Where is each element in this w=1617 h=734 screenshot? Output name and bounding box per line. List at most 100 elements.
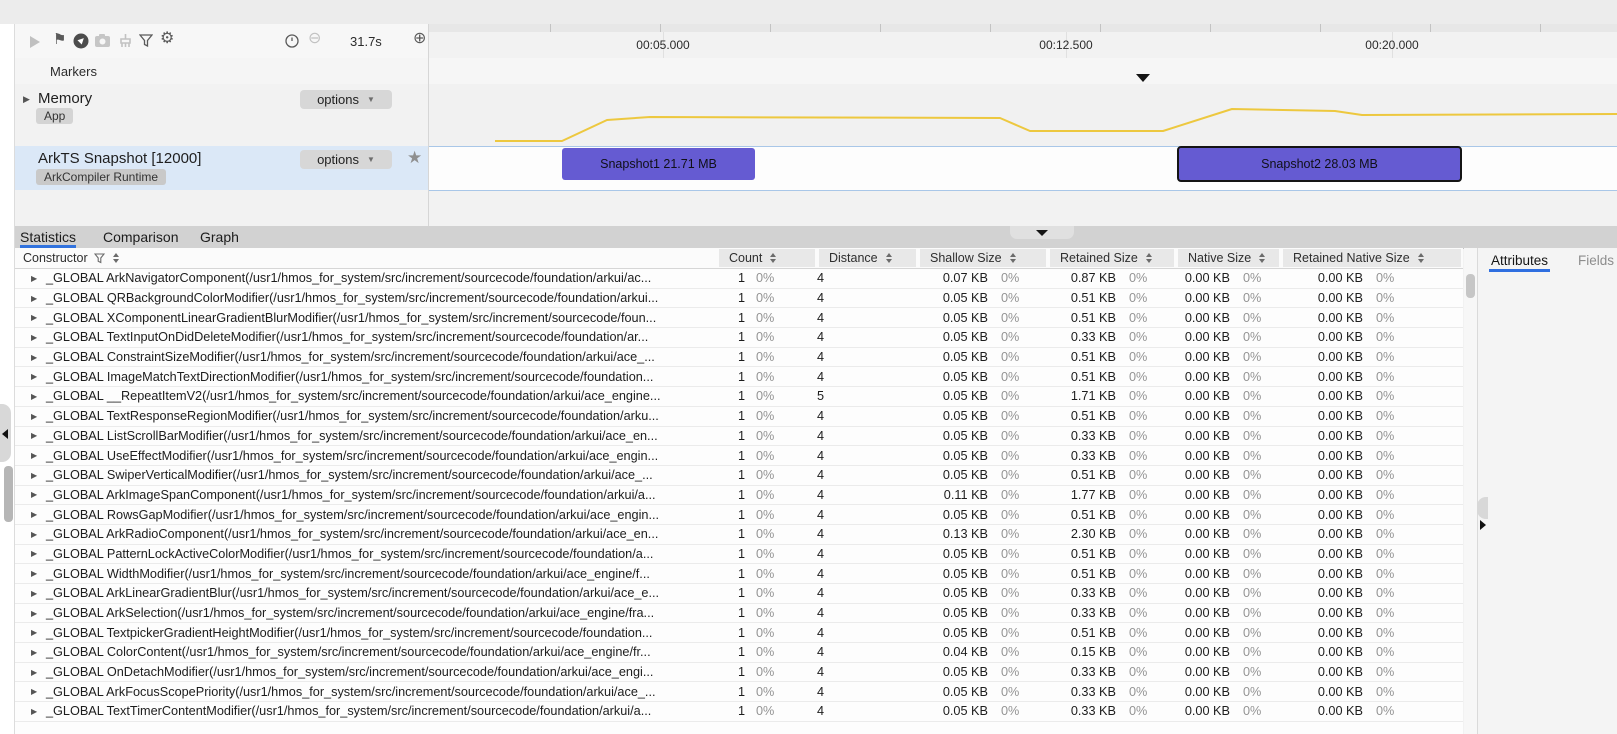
constructor-cell[interactable]: ▶ _GLOBAL ArkRadioComponent(/usr1/hmos_f… [15,527,717,541]
column-header-native-size[interactable]: Native Size [1176,248,1281,268]
table-row[interactable]: ▶ _GLOBAL QRBackgroundColorModifier(/usr… [15,289,1463,309]
snapshot-track[interactable]: Snapshot1 21.71 MB Snapshot2 28.03 MB [429,146,1617,184]
timeline-markers-strip[interactable] [429,58,1617,85]
expand-arrow-icon[interactable]: ▶ [31,412,46,421]
memory-expander-icon[interactable]: ▶ [23,94,30,105]
tab-comparison[interactable]: Comparison [103,229,178,245]
zoom-out-icon[interactable]: ⊖ [308,31,321,47]
expand-arrow-icon[interactable]: ▶ [31,510,46,519]
table-row[interactable]: ▶ _GLOBAL ListScrollBarModifier(/usr1/hm… [15,427,1463,447]
constructor-cell[interactable]: ▶ _GLOBAL ConstraintSizeModifier(/usr1/h… [15,350,717,364]
constructor-cell[interactable]: ▶ _GLOBAL SwiperVerticalModifier(/usr1/h… [15,468,717,482]
table-row[interactable]: ▶ _GLOBAL WidthModifier(/usr1/hmos_for_s… [15,564,1463,584]
constructor-cell[interactable]: ▶ _GLOBAL ImageMatchTextDirectionModifie… [15,370,717,384]
expand-arrow-icon[interactable]: ▶ [31,274,46,283]
table-row[interactable]: ▶ _GLOBAL TextpickerGradientHeightModifi… [15,623,1463,643]
expand-arrow-icon[interactable]: ▶ [31,353,46,362]
expand-arrow-icon[interactable]: ▶ [31,471,46,480]
table-row[interactable]: ▶ _GLOBAL ImageMatchTextDirectionModifie… [15,367,1463,387]
table-row[interactable]: ▶ _GLOBAL ArkNavigatorComponent(/usr1/hm… [15,269,1463,289]
right-splitter-handle[interactable] [1477,497,1488,519]
expand-arrow-icon[interactable]: ▶ [31,313,46,322]
expand-arrow-icon[interactable]: ▶ [31,431,46,440]
table-row[interactable]: ▶ _GLOBAL OnDetachModifier(/usr1/hmos_fo… [15,663,1463,683]
table-row[interactable]: ▶ _GLOBAL TextResponseRegionModifier(/us… [15,407,1463,427]
snapshot1-bar[interactable]: Snapshot1 21.71 MB [562,148,755,180]
constructor-cell[interactable]: ▶ _GLOBAL ArkImageSpanComponent(/usr1/hm… [15,488,717,502]
tab-graph[interactable]: Graph [200,229,239,245]
constructor-cell[interactable]: ▶ _GLOBAL WidthModifier(/usr1/hmos_for_s… [15,567,717,581]
timeline-marker-icon[interactable] [1136,74,1150,82]
table-row[interactable]: ▶ _GLOBAL ArkImageSpanComponent(/usr1/hm… [15,486,1463,506]
record-icon[interactable] [73,33,89,49]
memory-options-button[interactable]: options ▼ [300,90,392,109]
table-row[interactable]: ▶ _GLOBAL ArkRadioComponent(/usr1/hmos_f… [15,525,1463,545]
sort-icon[interactable] [1010,252,1016,264]
left-scrollbar-thumb[interactable] [4,466,13,522]
left-splitter-handle[interactable] [0,404,11,462]
column-header-distance[interactable]: Distance [817,248,918,268]
expand-arrow-icon[interactable]: ▶ [31,707,46,716]
table-row[interactable]: ▶ _GLOBAL UseEffectModifier(/usr1/hmos_f… [15,446,1463,466]
constructor-cell[interactable]: ▶ _GLOBAL RowsGapModifier(/usr1/hmos_for… [15,508,717,522]
sort-icon[interactable] [113,252,119,264]
filter-icon[interactable] [139,34,153,47]
column-header-constructor[interactable]: Constructor [15,248,717,268]
arkts-snapshot-track-row[interactable]: ArkTS Snapshot [12000] ArkCompiler Runti… [15,146,428,190]
sort-icon[interactable] [1418,252,1424,264]
expand-arrow-icon[interactable]: ▶ [31,392,46,401]
tab-fields[interactable]: Fields [1578,253,1614,268]
memory-track-row[interactable]: ▶ Memory App options ▼ [15,84,428,146]
tab-statistics[interactable]: Statistics [20,229,76,245]
expand-arrow-icon[interactable]: ▶ [31,628,46,637]
constructor-cell[interactable]: ▶ _GLOBAL UseEffectModifier(/usr1/hmos_f… [15,449,717,463]
table-vertical-scrollbar[interactable] [1464,248,1477,734]
table-row[interactable]: ▶ _GLOBAL RowsGapModifier(/usr1/hmos_for… [15,505,1463,525]
expand-arrow-icon[interactable]: ▶ [31,451,46,460]
table-row[interactable]: ▶ _GLOBAL TextInputOnDidDeleteModifier(/… [15,328,1463,348]
sort-icon[interactable] [1146,252,1152,264]
settings-gear-icon[interactable]: ⚙ [160,31,174,47]
scrollbar-thumb[interactable] [1466,274,1475,298]
constructor-cell[interactable]: ▶ _GLOBAL __RepeatItemV2(/usr1/hmos_for_… [15,389,717,403]
screenshot-icon[interactable] [95,34,112,47]
constructor-cell[interactable]: ▶ _GLOBAL PatternLockActiveColorModifier… [15,547,717,561]
table-row[interactable]: ▶ _GLOBAL ConstraintSizeModifier(/usr1/h… [15,348,1463,368]
table-row[interactable]: ▶ _GLOBAL XComponentLinearGradientBlurMo… [15,308,1463,328]
constructor-cell[interactable]: ▶ _GLOBAL ArkLinearGradientBlur(/usr1/hm… [15,586,717,600]
constructor-cell[interactable]: ▶ _GLOBAL TextInputOnDidDeleteModifier(/… [15,330,717,344]
column-header-shallow-size[interactable]: Shallow Size [918,248,1048,268]
column-header-count[interactable]: Count [717,248,817,268]
expand-arrow-icon[interactable]: ▶ [31,549,46,558]
constructor-cell[interactable]: ▶ _GLOBAL ColorContent(/usr1/hmos_for_sy… [15,645,717,659]
constructor-cell[interactable]: ▶ _GLOBAL QRBackgroundColorModifier(/usr… [15,291,717,305]
expand-right-icon[interactable] [1480,520,1486,530]
expand-arrow-icon[interactable]: ▶ [31,294,46,303]
table-row[interactable]: ▶ _GLOBAL ArkSelection(/usr1/hmos_for_sy… [15,604,1463,624]
table-row[interactable]: ▶ _GLOBAL PatternLockActiveColorModifier… [15,545,1463,565]
filter-funnel-icon[interactable] [94,253,105,264]
table-row[interactable]: ▶ _GLOBAL ColorContent(/usr1/hmos_for_sy… [15,643,1463,663]
expand-arrow-icon[interactable]: ▶ [31,609,46,618]
constructor-cell[interactable]: ▶ _GLOBAL ArkSelection(/usr1/hmos_for_sy… [15,606,717,620]
table-row[interactable]: ▶ _GLOBAL ArkFocusScopePriority(/usr1/hm… [15,682,1463,702]
expand-arrow-icon[interactable]: ▶ [31,372,46,381]
column-header-retained-size[interactable]: Retained Size [1048,248,1176,268]
sort-icon[interactable] [770,252,776,264]
expand-arrow-icon[interactable]: ▶ [31,333,46,342]
play-icon[interactable] [30,36,40,48]
table-row[interactable]: ▶ _GLOBAL ArkLinearGradientBlur(/usr1/hm… [15,584,1463,604]
constructor-cell[interactable]: ▶ _GLOBAL OnDetachModifier(/usr1/hmos_fo… [15,665,717,679]
constructor-cell[interactable]: ▶ _GLOBAL TextTimerContentModifier(/usr1… [15,704,717,718]
memory-usage-chart[interactable] [429,84,1617,146]
favorite-star-icon[interactable]: ★ [407,148,422,168]
flag-icon[interactable]: ⚑ [53,32,66,48]
clean-icon[interactable] [118,33,133,48]
splitter-collapse-handle[interactable] [1010,226,1074,239]
expand-arrow-icon[interactable]: ▶ [31,589,46,598]
constructor-cell[interactable]: ▶ _GLOBAL TextpickerGradientHeightModifi… [15,626,717,640]
constructor-cell[interactable]: ▶ _GLOBAL TextResponseRegionModifier(/us… [15,409,717,423]
sort-icon[interactable] [886,252,892,264]
expand-arrow-icon[interactable]: ▶ [31,530,46,539]
constructor-cell[interactable]: ▶ _GLOBAL XComponentLinearGradientBlurMo… [15,311,717,325]
